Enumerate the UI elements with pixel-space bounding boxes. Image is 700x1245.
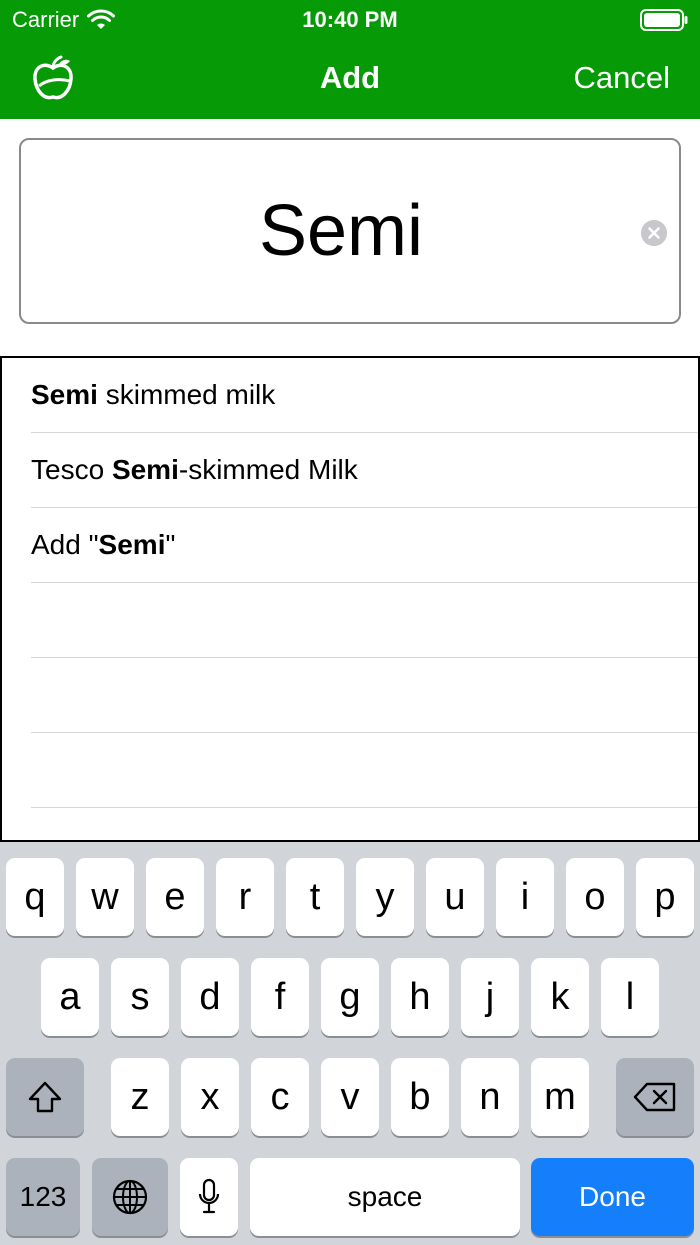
key-r[interactable]: r <box>216 858 274 936</box>
list-item[interactable]: Tesco Semi-skimmed Milk <box>2 433 698 508</box>
key-q[interactable]: q <box>6 858 64 936</box>
empty-row <box>2 583 698 658</box>
shift-arrow-icon <box>28 1081 62 1113</box>
globe-icon <box>112 1179 148 1215</box>
battery-icon <box>640 9 688 31</box>
globe-key[interactable] <box>92 1158 168 1236</box>
key-o[interactable]: o <box>566 858 624 936</box>
row-divider <box>31 807 698 808</box>
key-c[interactable]: c <box>251 1058 309 1136</box>
key-y[interactable]: y <box>356 858 414 936</box>
nav-bar: Add Cancel <box>0 40 700 119</box>
status-time: 10:40 PM <box>302 7 398 32</box>
key-j[interactable]: j <box>461 958 519 1036</box>
keyboard: q w e r t y u i o p a s d f g h j k l z … <box>0 842 700 1245</box>
suggestion-list: Semi skimmed milk Tesco Semi-skimmed Mil… <box>0 356 700 842</box>
list-item[interactable]: Semi skimmed milk <box>2 358 698 433</box>
cancel-button[interactable]: Cancel <box>574 60 671 96</box>
suggestion-label: Tesco Semi-skimmed Milk <box>31 454 358 485</box>
key-m[interactable]: m <box>531 1058 589 1136</box>
key-x[interactable]: x <box>181 1058 239 1136</box>
key-d[interactable]: d <box>181 958 239 1036</box>
key-a[interactable]: a <box>41 958 99 1036</box>
key-z[interactable]: z <box>111 1058 169 1136</box>
key-i[interactable]: i <box>496 858 554 936</box>
list-item[interactable]: Add "Semi" <box>2 508 698 583</box>
numbers-key[interactable]: 123 <box>6 1158 80 1236</box>
key-t[interactable]: t <box>286 858 344 936</box>
dictation-key[interactable] <box>180 1158 238 1236</box>
key-p[interactable]: p <box>636 858 694 936</box>
clear-circle-icon[interactable] <box>641 220 667 246</box>
empty-row <box>2 733 698 808</box>
delete-key[interactable] <box>616 1058 694 1136</box>
key-k[interactable]: k <box>531 958 589 1036</box>
key-l[interactable]: l <box>601 958 659 1036</box>
key-b[interactable]: b <box>391 1058 449 1136</box>
key-g[interactable]: g <box>321 958 379 1036</box>
key-e[interactable]: e <box>146 858 204 936</box>
search-field[interactable]: Semi <box>19 138 681 324</box>
shift-key[interactable] <box>6 1058 84 1136</box>
key-u[interactable]: u <box>426 858 484 936</box>
key-v[interactable]: v <box>321 1058 379 1136</box>
key-h[interactable]: h <box>391 958 449 1036</box>
done-button[interactable]: Done <box>531 1158 694 1236</box>
backspace-icon <box>633 1082 676 1112</box>
space-key[interactable]: space <box>250 1158 520 1236</box>
suggestion-label: Semi skimmed milk <box>31 379 276 410</box>
key-f[interactable]: f <box>251 958 309 1036</box>
key-n[interactable]: n <box>461 1058 519 1136</box>
key-w[interactable]: w <box>76 858 134 936</box>
search-input[interactable]: Semi <box>21 140 661 322</box>
key-s[interactable]: s <box>111 958 169 1036</box>
header: Carrier 10:40 PM Add Cancel <box>0 0 700 119</box>
status-bar: Carrier 10:40 PM <box>0 0 700 40</box>
microphone-icon <box>198 1178 220 1214</box>
suggestion-label: Add "Semi" <box>31 529 176 560</box>
empty-row <box>2 658 698 733</box>
